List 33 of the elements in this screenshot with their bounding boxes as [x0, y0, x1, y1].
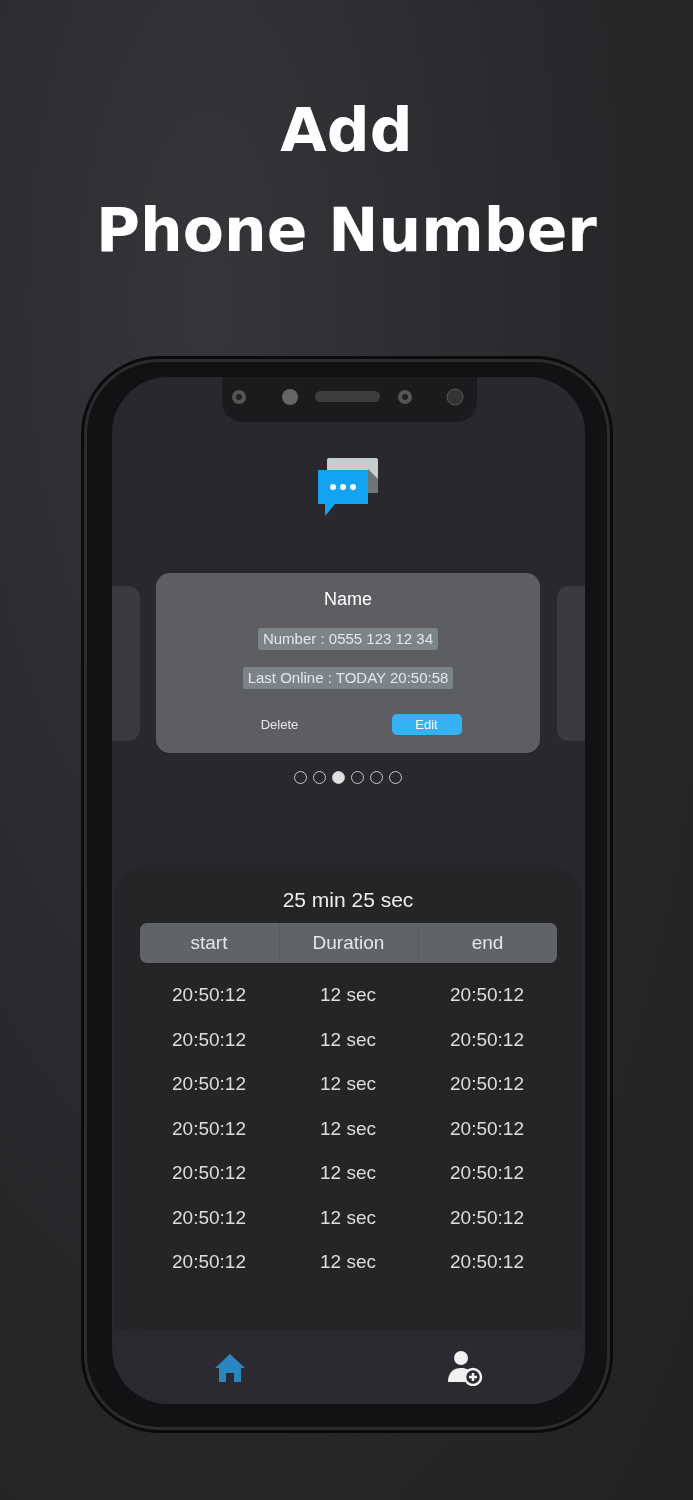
table-cell: 12 sec [320, 1117, 376, 1139]
table-cell: 20:50:12 [172, 1162, 246, 1183]
chat-bubbles-icon [318, 457, 378, 517]
table-cell: 20:50:12 [172, 984, 246, 1005]
column-header: start [190, 932, 228, 953]
table-cell: 12 sec [320, 1206, 376, 1228]
table-cell: 20:50:12 [450, 1251, 524, 1272]
table-cell: 12 sec [320, 984, 376, 1005]
contact-name: Name [324, 588, 372, 611]
table-cell: 20:50:12 [450, 1073, 524, 1094]
column-header: end [471, 932, 504, 953]
headline: Phone Number [96, 194, 597, 267]
last-online: Last Online : TODAY 20:50:58 [242, 667, 454, 689]
table-cell: 12 sec [320, 1073, 376, 1094]
table-cell: 20:50:12 [172, 1117, 246, 1139]
page-dot[interactable] [332, 771, 345, 784]
phone-number: Number : 0555 123 12 34 [257, 628, 439, 650]
headline: Add [280, 94, 413, 167]
total-duration: 25 min 25 sec [282, 887, 414, 913]
table-cell: 12 sec [320, 1162, 376, 1183]
table-cell: 20:50:12 [450, 1162, 524, 1183]
table-cell: 20:50:12 [450, 984, 524, 1005]
table-cell: 20:50:12 [172, 1206, 246, 1228]
column-header: Duration [312, 932, 385, 953]
table-cell: 20:50:12 [172, 1028, 246, 1050]
table-cell: 20:50:12 [450, 1028, 524, 1050]
delete-button[interactable]: Delete [244, 714, 315, 735]
table-cell: 20:50:12 [450, 1206, 524, 1228]
table-cell: 20:50:12 [172, 1251, 246, 1272]
table-cell: 12 sec [320, 1251, 376, 1272]
table-cell: 12 sec [320, 1028, 376, 1050]
table-cell: 20:50:12 [172, 1073, 246, 1094]
table-cell: 20:50:12 [450, 1117, 524, 1139]
